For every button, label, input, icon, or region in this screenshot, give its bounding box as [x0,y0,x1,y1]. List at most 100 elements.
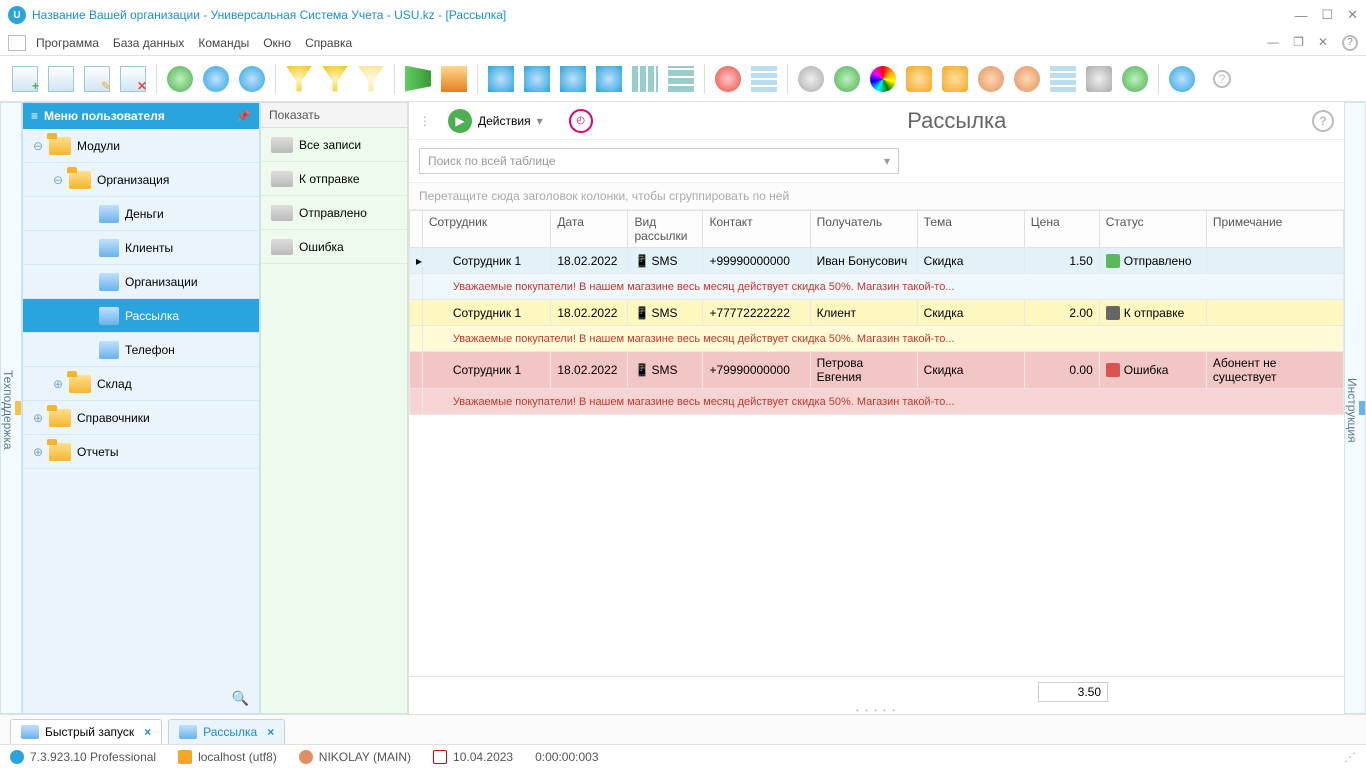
col-contact[interactable]: Контакт [703,211,810,248]
table-row[interactable]: Сотрудник 118.02.2022📱SMS+77772222222Кли… [410,300,1344,326]
row-marker[interactable]: ▸ [410,248,423,274]
data-grid[interactable]: Сотрудник Дата Вид рассылки Контакт Полу… [409,210,1344,415]
hand-button[interactable] [902,62,936,96]
nav-item-организации[interactable]: Организации [23,265,259,299]
tree-new-button[interactable] [592,62,626,96]
actions-button[interactable]: ▶ Действия ▾ [439,104,552,138]
new-doc-button[interactable]: + [8,62,42,96]
user-icon [299,750,313,764]
support-side-tab[interactable]: Техподдержка [0,102,22,714]
nav-item-рассылка[interactable]: Рассылка [23,299,259,333]
nav-item-деньги[interactable]: Деньги [23,197,259,231]
info-button[interactable] [1165,62,1199,96]
expand-icon[interactable]: ⊕ [51,377,65,391]
filter-item[interactable]: К отправке [261,162,407,196]
image-button[interactable] [437,62,471,96]
col-price[interactable]: Цена [1024,211,1099,248]
grid-cols-button[interactable] [628,62,662,96]
mdi-restore-button[interactable]: ❐ [1293,35,1304,51]
cell-employee: Сотрудник 1 [422,352,551,389]
col-recipient[interactable]: Получатель [810,211,917,248]
col-type[interactable]: Вид рассылки [628,211,703,248]
search-input[interactable]: Поиск по всей таблице ▾ [419,148,899,174]
calendar-button[interactable] [1046,62,1080,96]
row-marker[interactable] [410,300,423,326]
tree-add-button[interactable] [484,62,518,96]
resize-grip-icon[interactable]: ⋰ [1344,750,1356,764]
nav-search-icon[interactable]: 🔍 [23,684,259,713]
tree-expand-button[interactable] [520,62,554,96]
nav-item-телефон[interactable]: Телефон [23,333,259,367]
nav-item-модули[interactable]: ⊖Модули [23,129,259,163]
nav-item-склад[interactable]: ⊕Склад [23,367,259,401]
grouping-hint[interactable]: Перетащите сюда заголовок колонки, чтобы… [409,182,1344,210]
grid-rows-button[interactable] [664,62,698,96]
content-help-button[interactable]: ? [1312,110,1334,132]
col-subject[interactable]: Тема [917,211,1024,248]
doc-tab[interactable]: Рассылка× [168,719,285,744]
search-button[interactable] [199,62,233,96]
tab-close-icon[interactable]: × [267,725,274,739]
menu-help[interactable]: Справка [305,36,352,50]
expand-icon[interactable]: ⊕ [31,411,45,425]
instruction-side-tab[interactable]: Инструкция [1344,102,1366,714]
color-picker-button[interactable] [866,62,900,96]
expand-icon[interactable]: ⊕ [31,445,45,459]
filter-item[interactable]: Ошибка [261,230,407,264]
nav-item-справочники[interactable]: ⊕Справочники [23,401,259,435]
flag-button[interactable] [401,62,435,96]
users-button[interactable] [1010,62,1044,96]
globe-button[interactable] [830,62,864,96]
nav-item-организация[interactable]: ⊖Организация [23,163,259,197]
search-list-button[interactable] [235,62,269,96]
splitter-handle[interactable]: • • • • • [409,706,1344,714]
help-button[interactable]: ? [1205,62,1239,96]
target-button[interactable] [711,62,745,96]
tab-close-icon[interactable]: × [144,725,151,739]
filter-clear-button[interactable] [354,62,388,96]
open-doc-button[interactable] [44,62,78,96]
filter-button[interactable] [282,62,316,96]
clock-button[interactable]: ◴ [560,104,602,138]
grid-view-button[interactable] [747,62,781,96]
pin-icon[interactable]: 📌 [236,109,251,123]
mdi-minimize-button[interactable]: — [1267,35,1279,51]
col-employee[interactable]: Сотрудник [422,211,551,248]
menu-window[interactable]: Окно [263,36,291,50]
mdi-help-button[interactable]: ? [1342,35,1358,51]
menu-program[interactable]: Программа [36,36,99,50]
menu-database[interactable]: База данных [113,36,184,50]
row-marker[interactable] [410,352,423,389]
table-row[interactable]: ▸Сотрудник 118.02.2022📱SMS+99990000000Ив… [410,248,1344,274]
table-row[interactable]: Сотрудник 118.02.2022📱SMS+79990000000Пет… [410,352,1344,389]
mdi-close-button[interactable]: ✕ [1318,35,1328,51]
rss-button[interactable] [938,62,972,96]
edit-doc-button[interactable]: ✎ [80,62,114,96]
app-menu-icon[interactable] [8,35,26,51]
print-button[interactable] [1082,62,1116,96]
filter-apply-button[interactable] [318,62,352,96]
col-note[interactable]: Примечание [1206,211,1343,248]
gear-button[interactable] [794,62,828,96]
col-date[interactable]: Дата [551,211,628,248]
cell-recipient: Иван Бонусович [810,248,917,274]
doc-tab[interactable]: Быстрый запуск× [10,719,162,744]
filter-item[interactable]: Все записи [261,128,407,162]
collapse-icon[interactable]: ⊖ [51,173,65,187]
user-button[interactable] [974,62,1008,96]
cell-contact: +77772222222 [703,300,810,326]
go-button[interactable] [1118,62,1152,96]
menu-commands[interactable]: Команды [198,36,249,50]
delete-doc-button[interactable]: ✕ [116,62,150,96]
minimize-button[interactable]: — [1294,8,1307,23]
close-button[interactable]: ✕ [1347,7,1358,23]
col-status[interactable]: Статус [1099,211,1206,248]
filter-item[interactable]: Отправлено [261,196,407,230]
tree-collapse-button[interactable] [556,62,590,96]
collapse-icon[interactable]: ⊖ [31,139,45,153]
maximize-button[interactable]: ☐ [1321,7,1333,23]
refresh-button[interactable] [163,62,197,96]
nav-item-отчеты[interactable]: ⊕Отчеты [23,435,259,469]
actions-label: Действия [478,114,531,128]
nav-item-клиенты[interactable]: Клиенты [23,231,259,265]
